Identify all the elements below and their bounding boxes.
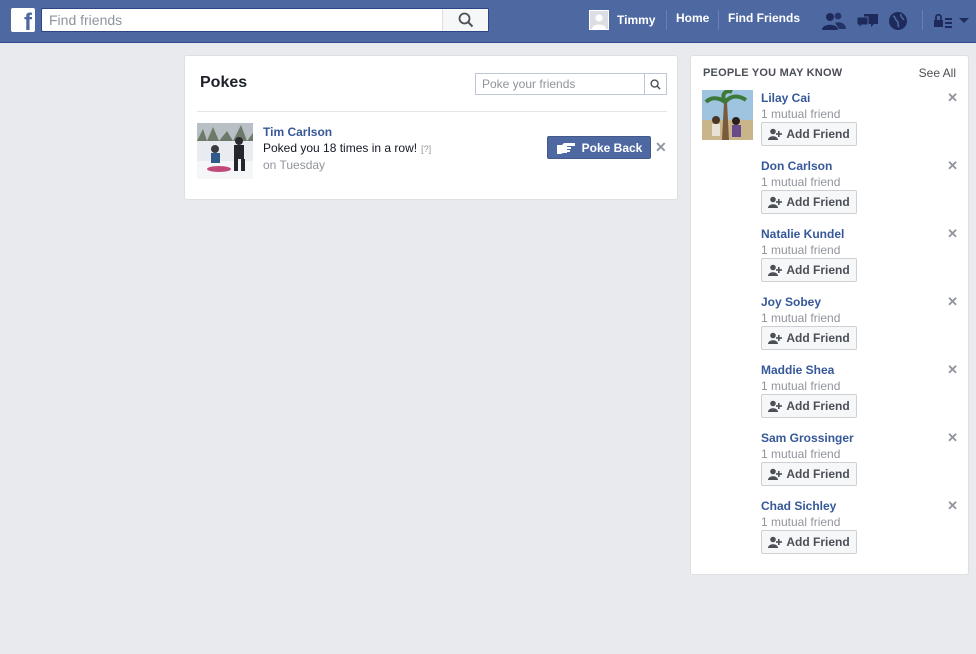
add-friend-icon [768, 332, 783, 344]
add-friend-icon [768, 536, 783, 548]
poke-back-label: Poke Back [581, 140, 643, 155]
suggestion-item: Sam Grossinger 1 mutual friend Add Frien… [691, 430, 970, 498]
nav-divider [666, 10, 667, 30]
search-button[interactable] [442, 9, 488, 31]
see-all-link[interactable]: See All [919, 66, 956, 80]
top-navigation-bar: f Timmy Home Find Friends [0, 0, 976, 43]
poke-search-button[interactable] [644, 74, 666, 94]
add-friend-button[interactable]: Add Friend [761, 258, 857, 282]
divider [197, 111, 667, 112]
suggestion-item: Natalie Kundel 1 mutual friend Add Frien… [691, 226, 970, 294]
poke-search-box [475, 73, 667, 95]
search-input[interactable] [42, 9, 442, 31]
search-bar [41, 8, 489, 32]
suggestion-name-link[interactable]: Maddie Shea [761, 363, 834, 377]
section-heading: PEOPLE YOU MAY KNOW [703, 67, 843, 79]
poker-profile-photo[interactable] [197, 123, 253, 179]
poker-name-link[interactable]: Tim Carlson [263, 125, 332, 139]
mutual-friends-link[interactable]: 1 mutual friend [761, 515, 840, 529]
suggestion-item: Don Carlson 1 mutual friend Add Friend ✕ [691, 158, 970, 226]
dismiss-suggestion-close-icon[interactable]: ✕ [947, 498, 958, 514]
dismiss-suggestion-close-icon[interactable]: ✕ [947, 90, 958, 106]
suggestion-name-link[interactable]: Natalie Kundel [761, 227, 844, 241]
add-friend-icon [768, 128, 783, 140]
user-name: Timmy [617, 13, 656, 27]
mutual-friends-link[interactable]: 1 mutual friend [761, 379, 840, 393]
default-avatar-icon [590, 11, 608, 29]
dismiss-suggestion-close-icon[interactable]: ✕ [947, 294, 958, 310]
search-icon [458, 12, 473, 28]
add-friend-label: Add Friend [786, 331, 850, 345]
add-friend-button[interactable]: Add Friend [761, 190, 857, 214]
mutual-friends-link[interactable]: 1 mutual friend [761, 243, 840, 257]
friend-requests-icon[interactable] [822, 11, 846, 31]
add-friend-icon [768, 468, 783, 480]
suggestion-name-link[interactable]: Sam Grossinger [761, 431, 854, 445]
nav-divider [922, 10, 923, 30]
privacy-lock-icon[interactable] [933, 11, 955, 31]
mutual-friends-link[interactable]: 1 mutual friend [761, 311, 840, 325]
add-friend-button[interactable]: Add Friend [761, 462, 857, 486]
add-friend-label: Add Friend [786, 195, 850, 209]
poke-message: Poked you 18 times in a row! [?] [263, 141, 431, 155]
messages-icon[interactable] [856, 11, 878, 31]
add-friend-icon [768, 196, 783, 208]
dismiss-suggestion-close-icon[interactable]: ✕ [947, 158, 958, 174]
add-friend-label: Add Friend [786, 535, 850, 549]
add-friend-label: Add Friend [786, 127, 850, 141]
suggestion-name-link[interactable]: Joy Sobey [761, 295, 821, 309]
add-friend-label: Add Friend [786, 399, 850, 413]
account-menu-chevron-icon[interactable] [958, 11, 972, 31]
mutual-friends-link[interactable]: 1 mutual friend [761, 175, 840, 189]
mutual-friends-link[interactable]: 1 mutual friend [761, 107, 840, 121]
find-friends-link[interactable]: Find Friends [728, 11, 800, 25]
dismiss-suggestion-close-icon[interactable]: ✕ [947, 430, 958, 446]
poke-search-input[interactable] [476, 74, 644, 94]
dismiss-suggestion-close-icon[interactable]: ✕ [947, 226, 958, 242]
suggestion-item: Joy Sobey 1 mutual friend Add Friend ✕ [691, 294, 970, 362]
facebook-logo-icon[interactable]: f [11, 8, 35, 32]
add-friend-label: Add Friend [786, 467, 850, 481]
dismiss-suggestion-close-icon[interactable]: ✕ [947, 362, 958, 378]
poke-back-button[interactable]: Poke Back [547, 136, 651, 159]
pokes-panel: Pokes Tim C [184, 55, 678, 200]
people-you-may-know-panel: PEOPLE YOU MAY KNOW See All Lilay Cai 1 … [690, 55, 969, 575]
add-friend-button[interactable]: Add Friend [761, 122, 857, 146]
poke-message-text: Poked you 18 times in a row! [263, 141, 418, 155]
profile-link[interactable]: Timmy [589, 10, 655, 30]
suggestion-name-link[interactable]: Don Carlson [761, 159, 832, 173]
add-friend-label: Add Friend [786, 263, 850, 277]
notifications-globe-icon[interactable] [888, 11, 910, 31]
nav-divider [718, 10, 719, 30]
suggestion-name-link[interactable]: Lilay Cai [761, 91, 810, 105]
home-link[interactable]: Home [676, 11, 709, 25]
suggestion-name-link[interactable]: Chad Sichley [761, 499, 836, 513]
suggestion-profile-photo[interactable] [702, 90, 753, 140]
page-title: Pokes [200, 74, 248, 91]
suggestion-item: Lilay Cai 1 mutual friend Add Friend ✕ [691, 90, 970, 158]
add-friend-icon [768, 400, 783, 412]
add-friend-button[interactable]: Add Friend [761, 394, 857, 418]
mutual-friends-link[interactable]: 1 mutual friend [761, 447, 840, 461]
add-friend-button[interactable]: Add Friend [761, 326, 857, 350]
suggestion-item: Chad Sichley 1 mutual friend Add Friend … [691, 498, 970, 566]
add-friend-icon [768, 264, 783, 276]
search-icon [650, 78, 661, 90]
poke-timestamp: on Tuesday [263, 158, 326, 172]
avatar [589, 10, 609, 30]
suggestion-item: Maddie Shea 1 mutual friend Add Friend ✕ [691, 362, 970, 430]
poke-hand-icon [556, 142, 575, 154]
dismiss-poke-close-icon[interactable]: ✕ [655, 139, 667, 156]
add-friend-button[interactable]: Add Friend [761, 530, 857, 554]
poke-help-link[interactable]: [?] [421, 144, 431, 154]
